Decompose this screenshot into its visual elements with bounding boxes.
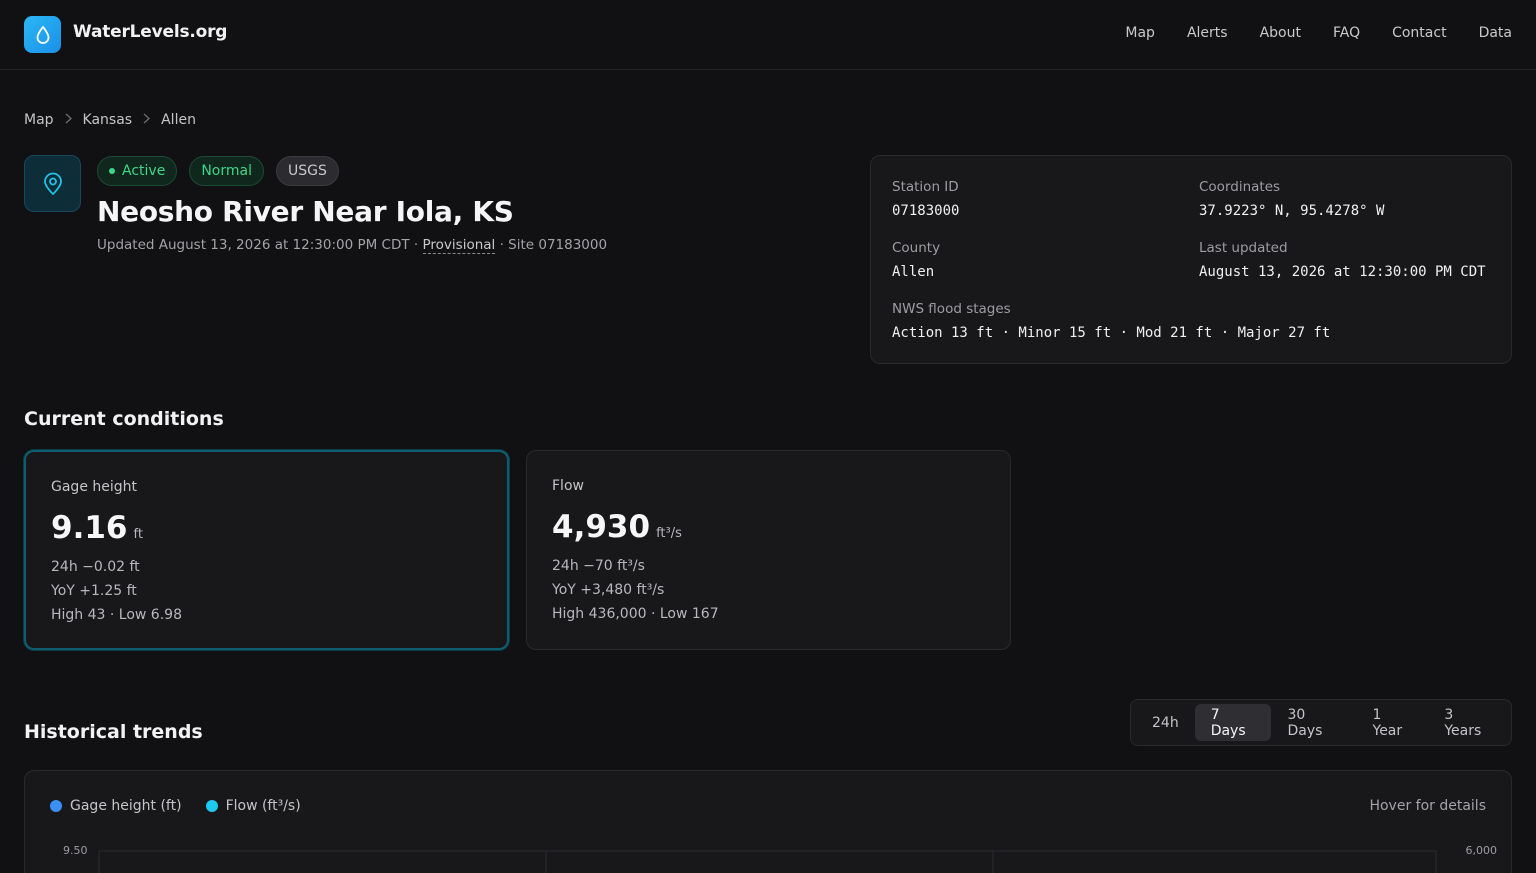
flow-label: Flow [552, 478, 584, 494]
range-tab-1-year[interactable]: 1 Year [1357, 704, 1429, 741]
coordinates-label: Coordinates [1199, 179, 1281, 195]
range-tab-30-days[interactable]: 30 Days [1271, 704, 1356, 741]
gage-24h-change: 24h −0.02 ft [51, 559, 140, 575]
station-icon-box [24, 155, 81, 212]
status-dot-icon [109, 168, 115, 174]
nav-contact[interactable]: Contact [1392, 25, 1446, 41]
flow-yoy-change: YoY +3,480 ft³/s [552, 582, 665, 598]
gage-yoy-change: YoY +1.25 ft [51, 583, 137, 599]
current-conditions-title: Current conditions [24, 408, 224, 430]
normal-badge-label: Normal [201, 163, 252, 179]
flood-stages-value: Action 13 ft · Minor 15 ft · Mod 21 ft ·… [892, 325, 1331, 341]
station-id-label: Station ID [892, 179, 959, 195]
chevron-right-icon [65, 112, 72, 128]
flow-high-low: High 436,000 · Low 167 [552, 606, 719, 622]
site-suffix: · Site 07183000 [495, 237, 608, 253]
historical-trends-title: Historical trends [24, 721, 203, 743]
range-tab-24h[interactable]: 24h [1136, 704, 1195, 741]
county-label: County [892, 240, 941, 256]
top-header: WaterLevels.org Map Alerts About FAQ Con… [0, 0, 1536, 70]
flow-value-row: 4,930 ft³/s [552, 509, 682, 545]
coordinates-value: 37.9223° N, 95.4278° W [1199, 203, 1385, 219]
last-updated-value: August 13, 2026 at 12:30:00 PM CDT [1199, 264, 1486, 280]
last-updated-label: Last updated [1199, 240, 1288, 256]
active-badge: Active [97, 156, 178, 186]
logo[interactable] [24, 16, 61, 53]
updated-line: Updated August 13, 2026 at 12:30:00 PM C… [97, 237, 608, 254]
status-badges: Active Normal USGS [97, 156, 339, 186]
nav-faq[interactable]: FAQ [1333, 25, 1360, 41]
page-title: Neosho River Near Iola, KS [97, 195, 514, 228]
breadcrumb-map[interactable]: Map [24, 112, 54, 128]
breadcrumb-allen[interactable]: Allen [161, 112, 196, 128]
flood-stages-label: NWS flood stages [892, 301, 1011, 317]
gage-height-value: 9.16 [51, 510, 128, 546]
active-badge-label: Active [122, 163, 166, 179]
water-drop-icon [36, 25, 49, 44]
source-badge-label: USGS [287, 163, 327, 179]
gage-height-label: Gage height [51, 479, 138, 495]
flow-unit: ft³/s [656, 526, 682, 541]
breadcrumb: Map Kansas Allen [24, 112, 196, 128]
main-nav: Map Alerts About FAQ Contact Data [1125, 25, 1512, 41]
range-tab-3-years[interactable]: 3 Years [1428, 704, 1507, 741]
gage-height-value-row: 9.16 ft [51, 510, 143, 546]
station-id-value: 07183000 [892, 203, 960, 219]
provisional-link[interactable]: Provisional [422, 237, 496, 254]
time-range-selector: 24h 7 Days 30 Days 1 Year 3 Years [1130, 699, 1512, 746]
flow-card[interactable]: Flow 4,930 ft³/s 24h −70 ft³/s YoY +3,480… [526, 450, 1011, 650]
gage-high-low: High 43 · Low 6.98 [51, 607, 182, 623]
gage-height-unit: ft [133, 527, 143, 542]
county-value: Allen [892, 264, 935, 280]
nav-about[interactable]: About [1260, 25, 1301, 41]
map-pin-icon [43, 172, 62, 195]
brand-name[interactable]: WaterLevels.org [73, 22, 227, 42]
updated-prefix: Updated August 13, 2026 at 12:30:00 PM C… [97, 237, 423, 253]
nav-data[interactable]: Data [1479, 25, 1512, 41]
source-badge: USGS [275, 156, 339, 186]
range-tab-7-days[interactable]: 7 Days [1194, 704, 1272, 741]
chevron-right-icon [143, 112, 151, 128]
nav-map[interactable]: Map [1125, 25, 1155, 41]
breadcrumb-kansas[interactable]: Kansas [83, 112, 133, 128]
flow-24h-change: 24h −70 ft³/s [552, 558, 645, 574]
nav-alerts[interactable]: Alerts [1187, 25, 1228, 41]
trends-chart-card[interactable]: Gage height (ft) Flow (ft³/s) Hover for … [24, 770, 1512, 873]
normal-badge: Normal [189, 156, 264, 186]
station-info-card: Station ID 07183000 Coordinates 37.9223°… [870, 155, 1512, 364]
flow-value: 4,930 [552, 509, 651, 545]
chart-plot-area [98, 850, 1437, 873]
gage-height-card[interactable]: Gage height 9.16 ft 24h −0.02 ft YoY +1.2… [24, 450, 509, 650]
